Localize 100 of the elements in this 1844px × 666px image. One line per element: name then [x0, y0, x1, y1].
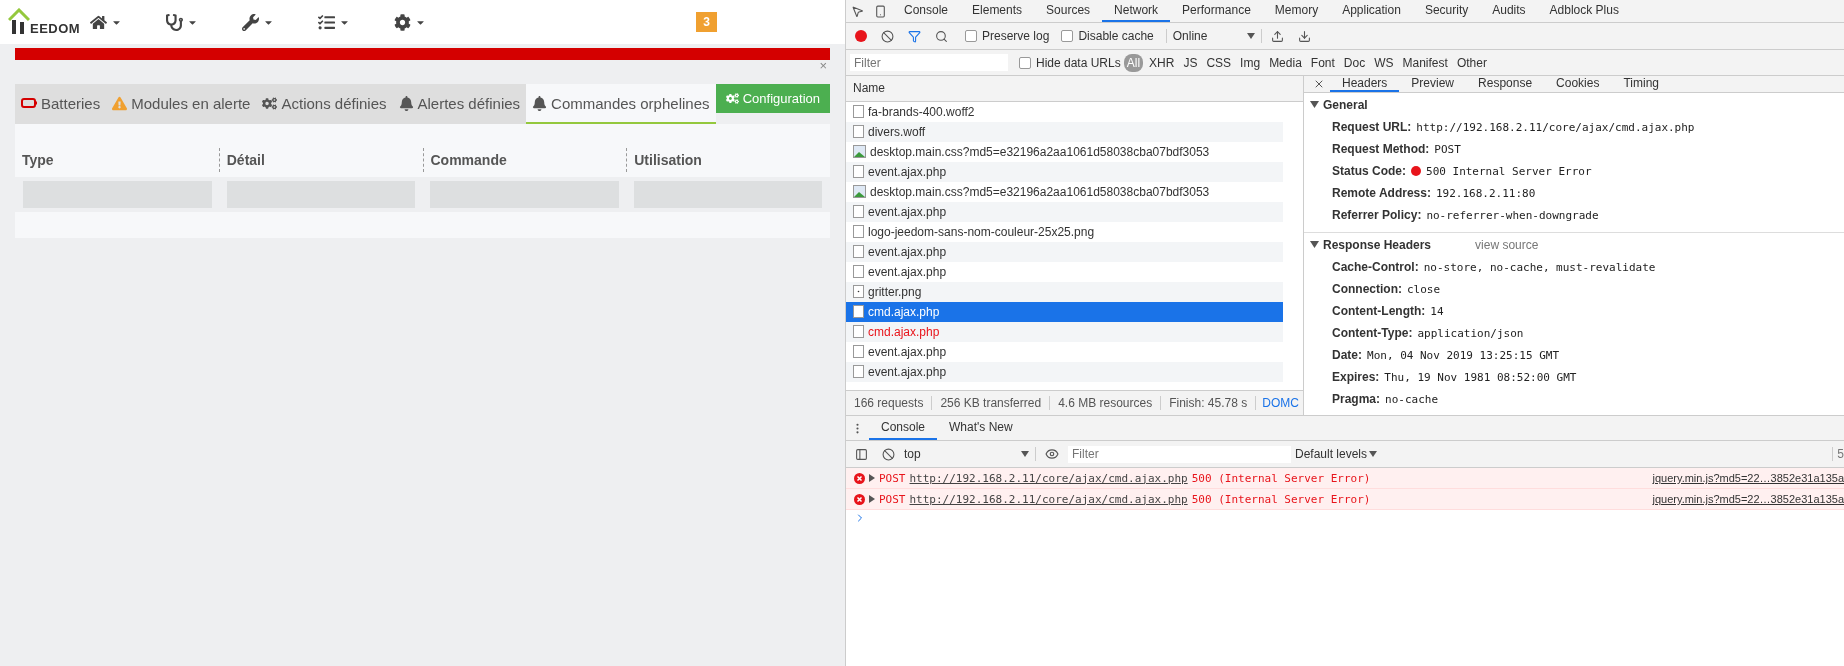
- header-value: POST: [1434, 142, 1461, 156]
- devtools-tab[interactable]: Security: [1412, 0, 1481, 22]
- detail-tab[interactable]: Headers: [1330, 76, 1400, 92]
- request-row[interactable]: cmd.ajax.php: [846, 301, 1283, 322]
- type-filter[interactable]: XHR: [1146, 53, 1178, 72]
- type-filter[interactable]: WS: [1371, 53, 1397, 72]
- section-title[interactable]: Response Headers: [1323, 238, 1432, 252]
- message-status: 500 (Internal Server Error): [1191, 471, 1371, 485]
- file-icon: [853, 105, 864, 119]
- request-row[interactable]: cmd.ajax.php: [846, 321, 1283, 342]
- header-name: Expires:: [1332, 370, 1380, 384]
- nav-menu[interactable]: [394, 13, 426, 31]
- error-icon: [854, 493, 865, 505]
- throttling-select[interactable]: Online: [1165, 29, 1263, 43]
- message-link[interactable]: http://192.168.2.11/core/ajax/cmd.ajax.php: [909, 471, 1188, 485]
- filter-field[interactable]: Filter: [850, 54, 1008, 71]
- request-row[interactable]: event.ajax.php: [846, 161, 1283, 182]
- section-title[interactable]: General: [1323, 98, 1368, 112]
- devtools-tab[interactable]: Adblock Plus: [1537, 0, 1631, 22]
- context-select[interactable]: top: [904, 447, 1036, 461]
- detail-tab[interactable]: Preview: [1399, 76, 1467, 92]
- column-header: Utilisation: [626, 148, 830, 172]
- type-filter[interactable]: Doc: [1340, 53, 1369, 72]
- detail-tab[interactable]: Response: [1466, 76, 1545, 92]
- header-name: Content-Length:: [1332, 304, 1426, 318]
- tab[interactable]: Alertes définies: [392, 84, 527, 124]
- devtools-tab[interactable]: Performance: [1170, 0, 1263, 22]
- record-button[interactable]: [855, 30, 867, 42]
- tab[interactable]: Modules en alerte: [106, 84, 257, 124]
- devtools-tab[interactable]: Memory: [1262, 0, 1331, 22]
- caret-icon: [1021, 451, 1029, 457]
- nav-menu[interactable]: [318, 13, 350, 31]
- file-icon: [853, 265, 864, 279]
- caret-icon: [1247, 33, 1256, 39]
- detail-tab[interactable]: Cookies: [1544, 76, 1612, 92]
- summary-link[interactable]: DOMC: [1256, 396, 1303, 411]
- nav-menu[interactable]: [242, 13, 274, 31]
- file-icon: [853, 165, 864, 179]
- logo-text: EEDOM: [30, 21, 81, 36]
- request-row[interactable]: divers.woff: [846, 121, 1283, 142]
- header-name: Status Code:: [1332, 164, 1406, 178]
- type-filter[interactable]: Img: [1237, 53, 1264, 72]
- error-icon: [854, 472, 865, 484]
- expand-triangle-icon[interactable]: [1310, 101, 1319, 109]
- hide-data-urls-checkbox[interactable]: Hide data URLs: [1019, 55, 1121, 70]
- nav-menu[interactable]: [90, 13, 122, 31]
- devtools-tab[interactable]: Sources: [1034, 0, 1103, 22]
- header-value: no-store, no-cache, must-revalidate: [1423, 260, 1656, 274]
- message-link[interactable]: http://192.168.2.11/core/ajax/cmd.ajax.php: [909, 492, 1188, 506]
- type-filter[interactable]: Font: [1307, 53, 1338, 72]
- header-name: Pragma:: [1332, 392, 1381, 406]
- drawer-tab[interactable]: What's New: [937, 416, 1025, 440]
- header-value: http://192.168.2.11/core/ajax/cmd.ajax.php: [1416, 120, 1695, 134]
- header-value: 500 Internal Server Error: [1426, 164, 1592, 178]
- levels-select[interactable]: Default levels: [1295, 447, 1378, 461]
- header-value: 192.168.2.11:80: [1435, 186, 1536, 200]
- preserve-log-checkbox[interactable]: Preserve log: [965, 29, 1050, 43]
- type-filter[interactable]: Media: [1266, 53, 1305, 72]
- request-row[interactable]: event.ajax.php: [846, 241, 1283, 262]
- header-value: no-cache: [1385, 392, 1438, 406]
- request-row[interactable]: event.ajax.php: [846, 361, 1283, 382]
- header-value: application/json: [1417, 326, 1524, 340]
- detail-tab[interactable]: Timing: [1611, 76, 1671, 92]
- column-header: Détail: [218, 148, 423, 172]
- source-link[interactable]: jquery.min.js?md5=22…3852e31a135a: [1652, 472, 1844, 484]
- file-icon: [853, 225, 864, 239]
- file-icon: [853, 345, 864, 359]
- type-filter[interactable]: Other: [1453, 53, 1490, 72]
- header-value: no-referrer-when-downgrade: [1426, 208, 1599, 222]
- expand-triangle-icon[interactable]: [1310, 241, 1319, 249]
- nav-menu[interactable]: [166, 13, 198, 31]
- devtools-tab[interactable]: Elements: [960, 0, 1035, 22]
- type-filter[interactable]: CSS: [1203, 53, 1235, 72]
- file-icon: [853, 125, 864, 139]
- devtools-tab[interactable]: Audits: [1480, 0, 1538, 22]
- expand-triangle-icon[interactable]: [869, 495, 875, 503]
- header-name: Request URL:: [1332, 120, 1412, 134]
- disable-cache-checkbox[interactable]: Disable cache: [1061, 29, 1154, 43]
- header-value: Thu, 19 Nov 1981 08:52:00 GMT: [1384, 370, 1577, 384]
- tab[interactable]: Actions définies: [256, 84, 393, 124]
- devtools-tab[interactable]: Application: [1330, 0, 1413, 22]
- view-source-link[interactable]: view source: [1475, 238, 1539, 252]
- image-file-icon: [853, 185, 866, 199]
- column-header: Type: [21, 151, 55, 170]
- expand-triangle-icon[interactable]: [869, 474, 875, 482]
- tab[interactable]: Commandes orphelines: [526, 84, 716, 124]
- file-icon: [853, 245, 864, 259]
- request-row[interactable]: event.ajax.php: [846, 201, 1283, 222]
- header-name: Cache-Control:: [1332, 260, 1419, 274]
- type-filter[interactable]: Manifest: [1399, 53, 1451, 72]
- message-status: 500 (Internal Server Error): [1191, 492, 1371, 506]
- header-value: 14: [1430, 304, 1444, 318]
- request-row[interactable]: gritter.png: [846, 281, 1283, 302]
- filter-field[interactable]: Filter: [1068, 445, 1291, 463]
- devtools-tab[interactable]: Console: [892, 0, 961, 22]
- tab[interactable]: Batteries: [15, 84, 107, 124]
- image-file-icon: [853, 145, 866, 159]
- bell-icon: [398, 95, 414, 111]
- type-filter[interactable]: JS: [1180, 53, 1201, 72]
- source-link[interactable]: jquery.min.js?md5=22…3852e31a135a: [1652, 493, 1844, 505]
